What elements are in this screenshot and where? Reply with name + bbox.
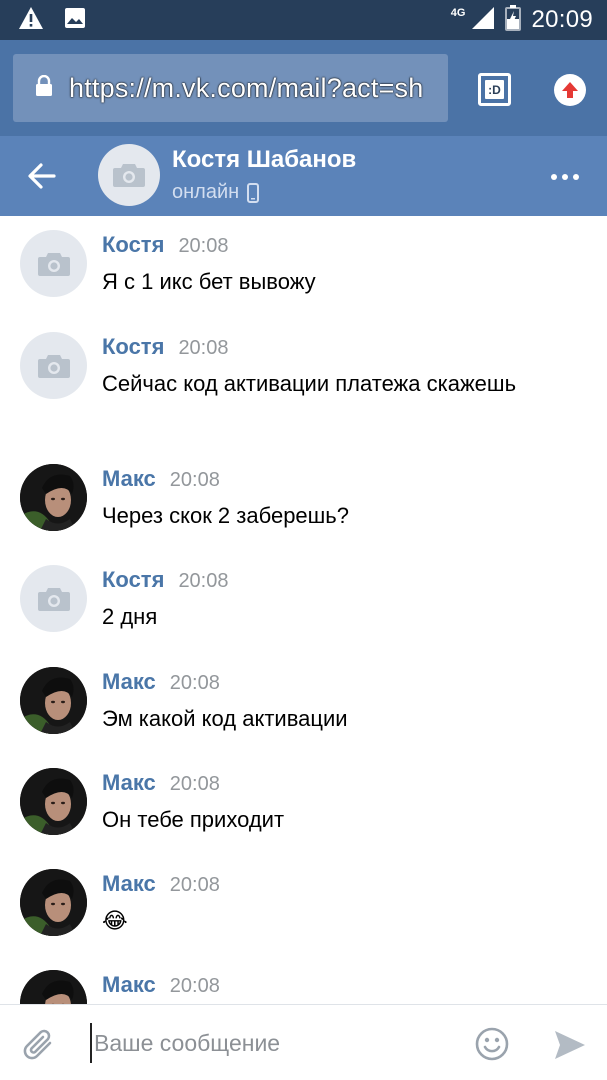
message-text: Через скок 2 заберешь? bbox=[102, 503, 350, 528]
message-time: 20:08 bbox=[178, 337, 229, 359]
attach-button[interactable] bbox=[22, 1027, 56, 1063]
message-list[interactable]: Костя 20:08 Я с 1 икс бет вывожу Костя 20:08… bbox=[0, 216, 607, 1004]
message-author[interactable]: Макс bbox=[102, 669, 156, 695]
upload-icon bbox=[562, 82, 578, 98]
sender-avatar[interactable] bbox=[20, 869, 87, 936]
message-author[interactable]: Костя bbox=[102, 334, 164, 360]
more-icon bbox=[551, 174, 557, 180]
message-author[interactable]: Костя bbox=[102, 567, 164, 593]
camera-icon bbox=[113, 164, 145, 187]
sender-avatar-placeholder[interactable] bbox=[20, 230, 87, 297]
lock-icon bbox=[35, 74, 53, 102]
composer bbox=[0, 1004, 607, 1080]
back-button[interactable] bbox=[26, 160, 58, 192]
more-icon-dot bbox=[573, 174, 579, 180]
message-header: Костя 20:08 bbox=[102, 567, 229, 593]
clock: 20:09 bbox=[531, 6, 593, 33]
status-bar: 4G 20:09 bbox=[0, 0, 607, 40]
sender-avatar[interactable] bbox=[20, 970, 87, 1004]
camera-icon bbox=[37, 587, 70, 611]
sender-avatar[interactable] bbox=[20, 768, 87, 835]
sender-avatar-placeholder[interactable] bbox=[20, 332, 87, 399]
more-button[interactable] bbox=[551, 172, 583, 182]
message-time: 20:08 bbox=[178, 235, 229, 257]
url-text[interactable]: https://m.vk.com/mail?act=sh bbox=[69, 73, 423, 104]
more-icon-dot bbox=[562, 174, 568, 180]
message-text: Он тебе приходит bbox=[102, 807, 285, 832]
battery-icon bbox=[505, 4, 522, 36]
signal-icon bbox=[471, 6, 495, 35]
online-status: онлайн bbox=[172, 181, 240, 203]
message-time: 20:08 bbox=[169, 469, 220, 491]
message-time: 20:08 bbox=[169, 672, 220, 694]
chat-avatar[interactable] bbox=[98, 144, 160, 206]
message-time: 20:08 bbox=[178, 570, 229, 592]
message-header: Костя 20:08 bbox=[102, 334, 229, 360]
message-text: 😂 bbox=[102, 908, 128, 933]
browser-toolbar: https://m.vk.com/mail?act=sh :D bbox=[0, 40, 607, 136]
message-text: Сейчас код активации платежа скажешь bbox=[102, 371, 517, 396]
mobile-icon bbox=[247, 182, 260, 203]
camera-icon bbox=[37, 252, 70, 276]
chat-status: онлайн bbox=[172, 181, 260, 204]
message-time: 20:08 bbox=[169, 975, 220, 997]
message-header: Костя 20:08 bbox=[102, 232, 229, 258]
message-author[interactable]: Макс bbox=[102, 466, 156, 492]
send-button[interactable] bbox=[553, 1029, 587, 1061]
message-text: 2 дня bbox=[102, 604, 158, 629]
message-text: Эм какой код активации bbox=[102, 706, 348, 731]
emoji-button[interactable] bbox=[475, 1027, 509, 1061]
message-time: 20:08 bbox=[169, 874, 220, 896]
message-author[interactable]: Макс bbox=[102, 871, 156, 897]
message-author[interactable]: Макс bbox=[102, 770, 156, 796]
send-icon bbox=[555, 1031, 585, 1059]
camera-icon bbox=[37, 354, 70, 378]
message-header: Макс 20:08 bbox=[102, 466, 220, 492]
paperclip-icon bbox=[23, 1029, 52, 1060]
message-header: Макс 20:08 bbox=[102, 871, 220, 897]
message-author[interactable]: Костя bbox=[102, 232, 164, 258]
image-icon bbox=[64, 7, 86, 34]
upload-button[interactable] bbox=[554, 74, 586, 106]
chat-header: Костя Шабанов онлайн bbox=[0, 136, 607, 216]
tabs-button[interactable]: :D bbox=[478, 73, 511, 106]
sender-avatar[interactable] bbox=[20, 667, 87, 734]
tabs-count: :D bbox=[485, 80, 504, 99]
network-label: 4G bbox=[450, 7, 466, 19]
message-header: Макс 20:08 bbox=[102, 669, 220, 695]
address-bar[interactable]: https://m.vk.com/mail?act=sh bbox=[13, 54, 448, 122]
message-input[interactable] bbox=[90, 1023, 450, 1063]
message-header: Макс 20:08 bbox=[102, 770, 220, 796]
message-author[interactable]: Макс bbox=[102, 972, 156, 998]
message-header: Макс 20:08 bbox=[102, 972, 220, 998]
back-arrow-icon bbox=[28, 163, 56, 189]
sender-avatar[interactable] bbox=[20, 464, 87, 531]
chat-title[interactable]: Костя Шабанов bbox=[172, 146, 356, 174]
sender-avatar-placeholder[interactable] bbox=[20, 565, 87, 632]
message-time: 20:08 bbox=[169, 773, 220, 795]
message-text: Я с 1 икс бет вывожу bbox=[102, 269, 316, 294]
smile-icon bbox=[475, 1027, 509, 1061]
warning-icon bbox=[18, 6, 44, 35]
